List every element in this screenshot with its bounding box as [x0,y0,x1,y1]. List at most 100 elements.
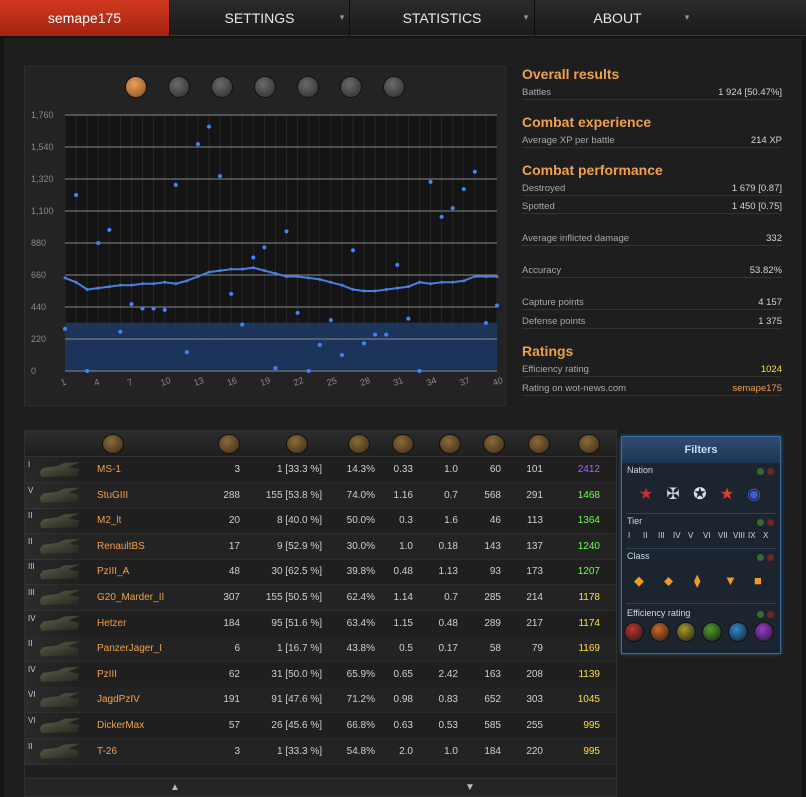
tier-filter-2[interactable]: II [643,531,647,540]
tab-player[interactable]: semape175 [0,0,170,36]
efficiency-label: Efficiency rating [627,608,691,618]
wot-news-link[interactable]: semape175 [732,383,782,394]
damage-point [450,206,455,211]
nation-toggle[interactable] [754,467,774,478]
td-icon[interactable]: ▼ [724,573,737,588]
average-line-marker [495,274,499,278]
table-row[interactable]: III G20_Marder_II 307 155 [50.5 %] 62.4% 1.14… [25,585,616,611]
tier-filter-7[interactable]: VII [718,531,728,540]
table-row[interactable]: IV PzIII 62 31 [50.0 %] 65.9% 0.65 2.42 163 208 1… [25,661,616,688]
ussr-star-icon[interactable]: ★ [636,485,656,505]
damage-point [229,291,234,296]
cell-kills: 1.16 [393,489,413,501]
table-row[interactable]: III PzIII_A 48 30 [62.5 %] 39.8% 0.48 1.13 93 17… [25,559,616,586]
cell-wins: 155 [50.5 %] [265,592,322,603]
destroyed-icon[interactable] [392,434,414,454]
usa-star-icon[interactable]: ✪ [690,485,710,505]
xp-icon[interactable] [528,434,550,454]
france-roundel-icon[interactable]: ◉ [744,485,764,505]
average-line-marker [462,279,466,283]
efficiency-level-3-icon[interactable] [676,622,696,642]
cell-battles: 191 [223,694,240,706]
tier-badge: IV [28,664,36,674]
table-row[interactable]: I MS-1 3 1 [33.3 %] 14.3% 0.33 1.0 60 101 2412 [25,457,616,483]
tier-filter-10[interactable]: X [763,531,768,540]
cell-kills: 0.65 [393,668,413,680]
divider [626,513,776,514]
tier-filter-3[interactable]: III [658,531,665,540]
cell-kills: 0.3 [399,515,413,527]
tank-icon[interactable] [102,434,124,454]
win-rate-icon[interactable] [348,434,370,454]
table-row[interactable]: VI DickerMax 57 26 [45.6 %] 66.8% 0.63 0.53 585… [25,713,616,739]
damage-point [373,332,378,337]
cell-pct: 39.8% [346,566,375,578]
table-row[interactable]: II PanzerJager_I 6 1 [16.7 %] 43.8% 0.5 0.17 58… [25,636,616,663]
damage-point [461,187,466,192]
cell-efficiency: 995 [583,720,600,731]
table-row[interactable]: II RenaultBS 17 9 [52.9 %] 30.0% 1.0 0.18 143 13… [25,533,616,560]
efficiency-level-6-icon[interactable] [754,622,774,642]
average-line-marker [473,274,477,278]
overall-results-heading: Overall results [522,66,620,82]
spotted-icon[interactable] [483,434,505,454]
cell-pct: 63.4% [346,617,375,629]
cell-wins: 91 [47.6 %] [271,694,322,706]
damage-icon[interactable] [439,434,461,454]
table-row[interactable]: II T-26 3 1 [33.3 %] 54.8% 2.0 1.0 184 220 995 [25,738,616,765]
efficiency-level-4-icon[interactable] [702,622,722,642]
cell-dmg: 60 [489,464,501,475]
tier-badge: V [28,485,34,495]
heavy-tank-icon[interactable]: ⧫ [694,573,700,589]
victories-icon[interactable] [286,434,308,454]
germany-cross-icon[interactable]: ✠ [663,485,683,505]
tab-statistics[interactable]: STATISTICS ▾ [350,0,535,36]
tier-toggle[interactable] [754,518,774,529]
average-line-marker [74,280,78,284]
light-tank-icon[interactable]: ◆ [634,573,644,589]
table-row[interactable]: V StuGIII 288 155 [53.8 %] 74.0% 1.16 0.7 568 29… [25,482,616,509]
efficiency-icon[interactable] [578,434,600,454]
tier-filter-1[interactable]: I [628,531,630,540]
battles-icon[interactable] [218,434,240,454]
scroll-down-button[interactable]: ▼ [465,782,475,793]
spg-icon[interactable]: ■ [754,573,762,588]
cell-pct: 30.0% [346,540,375,552]
average-line-marker [384,288,388,292]
china-star-icon[interactable]: ★ [717,485,737,505]
tier-filter-4[interactable]: IV [673,531,681,540]
stat-value: 1 450 [0.75] [731,201,782,212]
cell-xp: 220 [526,745,543,757]
average-line-marker [484,274,488,278]
tier-filter-5[interactable]: V [688,531,693,540]
average-line-marker [429,282,433,286]
table-row[interactable]: II M2_lt 20 8 [40.0 %] 50.0% 0.3 1.6 46 113 1364 [25,508,616,535]
damage-point [173,182,178,187]
tab-about[interactable]: ABOUT ▾ [535,0,700,36]
tier-badge: VI [28,716,36,725]
tier-badge: VI [28,690,36,700]
efficiency-level-2-icon[interactable] [650,622,670,642]
combat-performance-heading: Combat performance [522,162,663,178]
tier-filter-8[interactable]: VIII [733,531,745,540]
table-row[interactable]: IV Hetzer 184 95 [51.6 %] 63.4% 1.15 0.48 289 21… [25,610,616,637]
cell-pct: 43.8% [346,643,375,655]
cell-wins: 26 [45.6 %] [271,720,322,731]
class-toggle[interactable] [754,553,774,564]
efficiency-level-1-icon[interactable] [624,622,644,642]
cell-spot: 0.83 [438,694,458,706]
scroll-up-button[interactable]: ▲ [170,782,180,793]
cell-efficiency: 1468 [577,489,600,501]
efficiency-level-5-icon[interactable] [728,622,748,642]
average-line-marker [440,280,444,284]
medium-tank-icon[interactable]: ⬥ [664,573,673,589]
damage-point [63,326,67,331]
tab-settings[interactable]: SETTINGS ▾ [170,0,350,36]
average-line-marker [285,274,289,278]
y-tick-label: 1,760 [31,110,54,120]
table-row[interactable]: VI JagdPzIV 191 91 [47.6 %] 71.2% 0.98 0.83 652… [25,687,616,714]
efficiency-toggle[interactable] [754,610,774,621]
tier-filter-6[interactable]: VI [703,531,711,540]
cell-dmg: 184 [484,745,501,757]
tier-filter-9[interactable]: IX [748,531,756,540]
